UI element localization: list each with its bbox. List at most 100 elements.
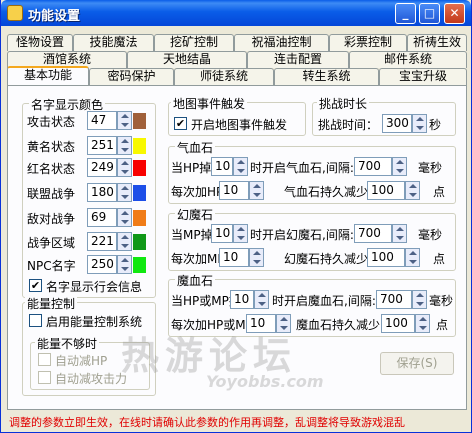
auto-attack-checkbox[interactable] — [38, 371, 51, 384]
auto-hp-checkbox[interactable] — [38, 353, 51, 366]
mp-drop-spinner[interactable] — [233, 224, 248, 243]
magic-interval-spinner[interactable] — [412, 290, 427, 309]
color-value-input[interactable]: 251 — [87, 136, 117, 155]
color-label: 黄名状态 — [27, 140, 76, 154]
hp-stone-title: 气血石 — [175, 139, 216, 156]
energy-insufficient-title: 能量不够时 — [35, 335, 100, 352]
challenge-title: 挑战时长 — [317, 95, 370, 112]
color-swatch[interactable] — [133, 257, 146, 273]
hp-reduce-spinner[interactable] — [405, 181, 420, 200]
challenge-time-input[interactable]: 300 — [382, 114, 412, 133]
color-spinner[interactable] — [117, 158, 132, 177]
tab-mentor[interactable]: 师徒系统 — [174, 68, 274, 85]
color-value-input[interactable]: 221 — [87, 232, 117, 251]
hp-add-input[interactable]: 10 — [219, 181, 249, 200]
magic-drop-spinner[interactable] — [254, 290, 269, 309]
mp-point-unit: 点 — [433, 252, 446, 266]
magic-open-label: 时开启魔血石,间隔: — [272, 294, 376, 308]
mp-reduce-label: 幻魔石持久减少 — [284, 252, 369, 266]
mp-add-label: 每次加MP — [171, 252, 225, 266]
tab-skill-magic[interactable]: 技能魔法 — [73, 34, 154, 51]
mp-open-label: 时开启幻魔石,间隔: — [250, 228, 354, 242]
hp-add-label: 每次加HP — [171, 185, 224, 199]
magic-stone-title: 魔血石 — [175, 272, 216, 289]
mp-drop-label: 当MP掉 — [171, 228, 213, 242]
color-spinner[interactable] — [117, 208, 132, 227]
tab-row-3: 基本功能 密码保护 师徒系统 转生系统 宝宝升级 — [7, 66, 467, 85]
color-spinner[interactable] — [117, 255, 132, 274]
color-label: NPC名字 — [27, 259, 76, 273]
footer-warning: 调整的参数立即生效，在线时请确认此参数的作用再调整，乱调整将导致游戏混乱 — [9, 416, 405, 429]
color-swatch[interactable] — [133, 113, 146, 129]
magic-drop-input[interactable]: 10 — [230, 290, 254, 309]
tab-blessing-oil[interactable]: 祝福油控制 — [234, 34, 329, 51]
magic-reduce-spinner[interactable] — [415, 314, 430, 333]
color-swatch[interactable] — [133, 234, 146, 250]
energy-enable-checkbox[interactable] — [29, 314, 42, 327]
color-swatch[interactable] — [133, 138, 146, 154]
map-event-checkbox[interactable]: ✔ — [174, 117, 187, 130]
mp-add-spinner[interactable] — [249, 248, 264, 267]
color-value-input[interactable]: 180 — [87, 183, 117, 202]
color-label: 战争区域 — [27, 236, 76, 250]
tab-prayer[interactable]: 祈祷生效 — [407, 34, 467, 51]
mp-add-input[interactable]: 10 — [219, 248, 249, 267]
hp-drop-label: 当HP掉 — [171, 161, 212, 175]
color-label: 红名状态 — [27, 162, 76, 176]
challenge-unit: 秒 — [429, 118, 442, 132]
mp-interval-input[interactable]: 700 — [354, 224, 392, 243]
color-value-input[interactable]: 47 — [87, 111, 117, 130]
title-bar[interactable]: 功能设置 _ □ ✕ — [1, 0, 471, 26]
save-button-label: 保存(S) — [396, 356, 438, 370]
mp-reduce-input[interactable]: 100 — [367, 248, 405, 267]
mp-stone-title: 幻魔石 — [175, 206, 216, 223]
hp-interval-spinner[interactable] — [392, 157, 407, 176]
hp-interval-input[interactable]: 700 — [354, 157, 392, 176]
color-value-input[interactable]: 69 — [87, 208, 117, 227]
color-spinner[interactable] — [117, 183, 132, 202]
tab-lottery[interactable]: 彩票控制 — [329, 34, 407, 51]
hp-reduce-input[interactable]: 100 — [367, 181, 405, 200]
color-value-input[interactable]: 249 — [87, 158, 117, 177]
hp-add-spinner[interactable] — [249, 181, 264, 200]
mp-interval-unit: 毫秒 — [418, 228, 443, 242]
tab-mail[interactable]: 邮件系统 — [349, 51, 467, 68]
challenge-time-spinner[interactable] — [412, 114, 427, 133]
hp-open-label: 时开启气血石,间隔: — [250, 161, 354, 175]
color-swatch[interactable] — [133, 160, 146, 176]
tab-rebirth[interactable]: 转生系统 — [274, 68, 379, 85]
magic-interval-input[interactable]: 700 — [376, 290, 412, 309]
tab-password[interactable]: 密码保护 — [89, 68, 174, 85]
maximize-button[interactable]: □ — [419, 3, 440, 24]
mp-interval-spinner[interactable] — [392, 224, 407, 243]
color-label: 敌对战争 — [27, 212, 76, 226]
magic-reduce-label: 魔血石持久减少 — [296, 318, 381, 332]
color-swatch[interactable] — [133, 185, 146, 201]
color-spinner[interactable] — [117, 232, 132, 251]
guild-info-checkbox[interactable]: ✔ — [29, 279, 42, 292]
hp-reduce-label: 气血石持久减少 — [284, 185, 369, 199]
save-button[interactable]: 保存(S) — [380, 352, 454, 375]
color-label: 联盟战争 — [27, 187, 76, 201]
hp-point-unit: 点 — [433, 185, 446, 199]
hp-drop-spinner[interactable] — [233, 157, 248, 176]
color-spinner[interactable] — [117, 136, 132, 155]
mp-drop-input[interactable]: 10 — [211, 224, 233, 243]
minimize-button[interactable]: _ — [395, 3, 416, 24]
color-swatch[interactable] — [133, 210, 146, 226]
watermark-url: Yoyobbs.com — [206, 372, 324, 391]
tab-combo[interactable]: 连击配置 — [247, 51, 349, 68]
map-event-label: 开启地图事件触发 — [191, 118, 288, 132]
auto-hp-label: 自动减HP — [55, 354, 108, 368]
color-value-input[interactable]: 250 — [87, 255, 117, 274]
magic-reduce-input[interactable]: 100 — [381, 314, 415, 333]
mp-reduce-spinner[interactable] — [405, 248, 420, 267]
close-button[interactable]: ✕ — [444, 3, 465, 24]
tab-pet-upgrade[interactable]: 宝宝升级 — [379, 68, 467, 85]
tab-basic[interactable]: 基本功能 — [7, 66, 89, 85]
hp-drop-input[interactable]: 10 — [211, 157, 233, 176]
color-spinner[interactable] — [117, 111, 132, 130]
tab-monster[interactable]: 怪物设置 — [7, 34, 73, 51]
tab-crystal[interactable]: 天地结晶 — [127, 51, 247, 68]
tab-mining[interactable]: 挖矿控制 — [154, 34, 234, 51]
